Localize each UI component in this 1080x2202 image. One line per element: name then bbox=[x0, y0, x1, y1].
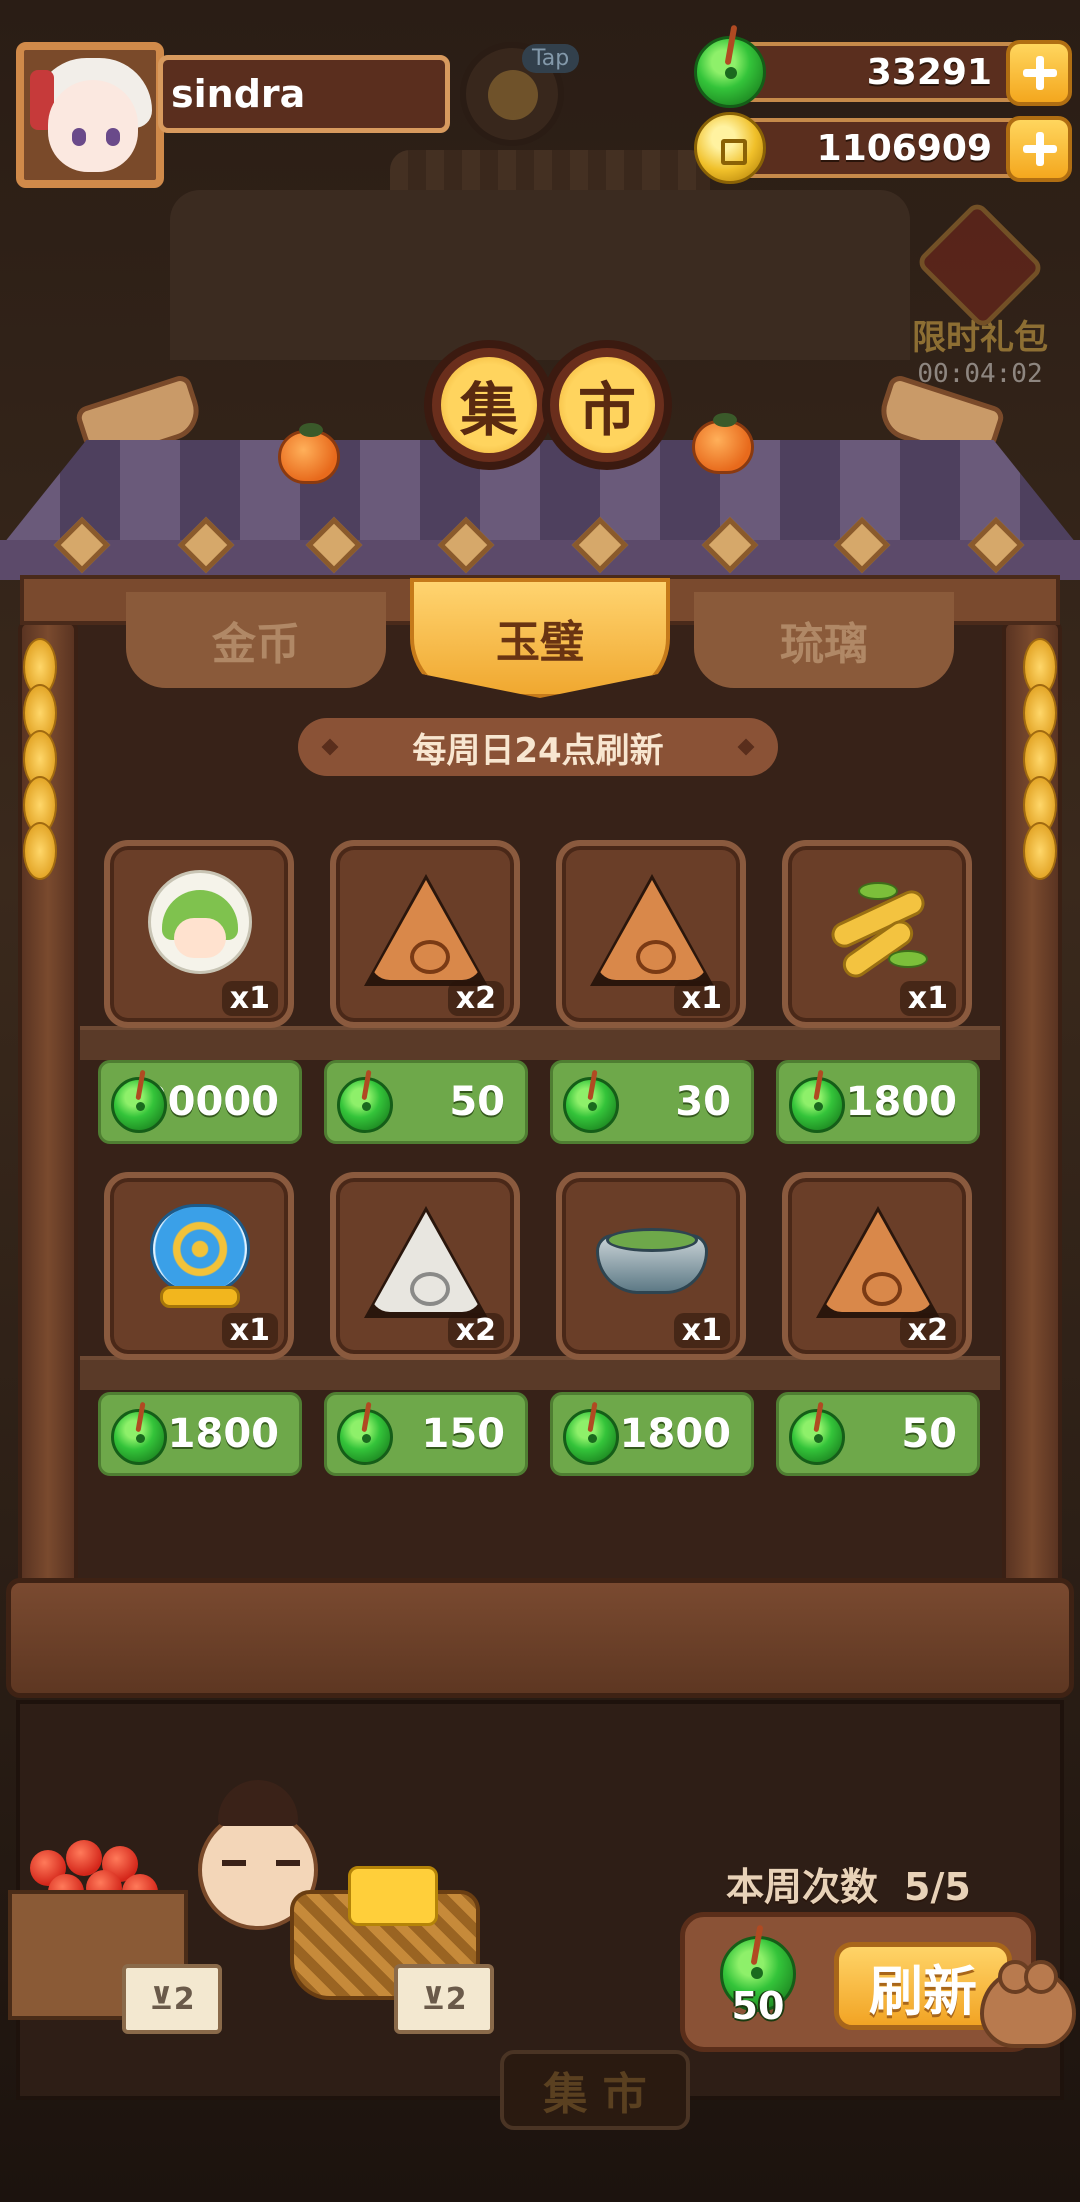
flower-token-icon bbox=[816, 1198, 940, 1318]
gold-currency-bar: 1106909 bbox=[694, 112, 1072, 184]
jade-coin-icon bbox=[337, 1409, 393, 1465]
jade-coin-icon bbox=[337, 1077, 393, 1133]
jade-coin-icon bbox=[789, 1409, 845, 1465]
price-button-5[interactable]: 1800 bbox=[98, 1392, 302, 1476]
jade-coin-icon bbox=[563, 1409, 619, 1465]
persimmon-icon bbox=[278, 423, 340, 484]
jade-coin-icon bbox=[111, 1077, 167, 1133]
price-button-8[interactable]: 50 bbox=[776, 1392, 980, 1476]
tab-gold[interactable]: 金币 bbox=[126, 592, 386, 688]
bamboo-icon bbox=[818, 866, 938, 986]
price-button-6[interactable]: 150 bbox=[324, 1392, 528, 1476]
snail-icon bbox=[140, 1198, 260, 1318]
tap-label: Tap bbox=[522, 44, 580, 73]
item-qty: x1 bbox=[221, 981, 278, 1016]
price-value: 1800 bbox=[619, 1411, 731, 1457]
limited-gift-button[interactable]: 限时礼包 00:04:02 bbox=[905, 199, 1055, 410]
item-qty: x1 bbox=[221, 1313, 278, 1348]
wave-token-icon bbox=[364, 1198, 488, 1318]
script-token-icon bbox=[590, 866, 714, 986]
item-qty: x1 bbox=[899, 981, 956, 1016]
bun-mascot-icon bbox=[980, 1960, 1076, 2048]
price-value: 1800 bbox=[845, 1079, 957, 1125]
market-title-badge-1: 集 bbox=[424, 340, 554, 470]
jade-coin-icon bbox=[694, 36, 766, 108]
jade-coin-icon bbox=[789, 1077, 845, 1133]
tofu-icon bbox=[348, 1866, 438, 1926]
shelf-plank bbox=[80, 1356, 1000, 1390]
market-title-badge-2: 市 bbox=[542, 340, 672, 470]
week-count-label: 本周次数 bbox=[726, 1865, 879, 1909]
add-jade-button[interactable] bbox=[1006, 40, 1072, 106]
price-button-7[interactable]: 1800 bbox=[550, 1392, 754, 1476]
item-slot-5[interactable]: x1 bbox=[104, 1172, 294, 1360]
jade-coin-icon bbox=[111, 1409, 167, 1465]
shop-counter bbox=[6, 1578, 1074, 1698]
gold-amount: 1106909 bbox=[816, 128, 992, 169]
bowl-icon bbox=[592, 1198, 712, 1318]
item-slot-6[interactable]: x2 bbox=[330, 1172, 520, 1360]
roof-edge bbox=[0, 540, 1080, 580]
price-value: 50 bbox=[449, 1079, 505, 1125]
week-count-value: 5/5 bbox=[904, 1865, 971, 1909]
chick-icon bbox=[488, 70, 538, 120]
price-button-1[interactable]: 30000 bbox=[98, 1060, 302, 1144]
refresh-cost-value: 50 bbox=[731, 1984, 785, 2028]
item-qty: x2 bbox=[447, 1313, 504, 1348]
price-value: 30 bbox=[675, 1079, 731, 1125]
doll-icon bbox=[140, 866, 260, 986]
item-qty: x1 bbox=[673, 1313, 730, 1348]
weekly-refresh-count: 本周次数 5/5 bbox=[726, 1856, 971, 1911]
item-slot-4[interactable]: x1 bbox=[782, 840, 972, 1028]
tap-helper-button[interactable]: Tap bbox=[460, 42, 580, 146]
price-button-2[interactable]: 50 bbox=[324, 1060, 528, 1144]
weekly-refresh-note: 每周日24点刷新 bbox=[298, 718, 778, 776]
price-value: 1800 bbox=[167, 1411, 279, 1457]
market-title-char-2: 市 bbox=[559, 357, 655, 453]
shelf-plank bbox=[80, 1026, 1000, 1060]
item-qty: x2 bbox=[899, 1313, 956, 1348]
item-slot-3[interactable]: x1 bbox=[556, 840, 746, 1028]
item-qty: x2 bbox=[447, 981, 504, 1016]
add-gold-button[interactable] bbox=[1006, 116, 1072, 182]
item-qty: x1 bbox=[673, 981, 730, 1016]
price-value: 50 bbox=[901, 1411, 957, 1457]
jade-currency-bar: 33291 bbox=[694, 36, 1072, 108]
gold-coin-icon bbox=[694, 112, 766, 184]
price-button-4[interactable]: 1800 bbox=[776, 1060, 980, 1144]
tab-glass[interactable]: 琉璃 bbox=[694, 592, 954, 688]
corn-right-icon bbox=[1000, 638, 1080, 880]
persimmon-icon bbox=[692, 413, 754, 474]
price-button-3[interactable]: 30 bbox=[550, 1060, 754, 1144]
refresh-cost: 50 bbox=[720, 1936, 796, 2028]
bottom-market-tab[interactable]: 集 市 bbox=[500, 2050, 690, 2130]
jade-coin-icon bbox=[563, 1077, 619, 1133]
player-name-plate: sindra bbox=[158, 55, 450, 133]
player-avatar[interactable] bbox=[16, 42, 164, 188]
item-slot-2[interactable]: x2 bbox=[330, 840, 520, 1028]
jade-amount: 33291 bbox=[866, 52, 992, 93]
player-name: sindra bbox=[171, 72, 306, 116]
price-value: 150 bbox=[421, 1411, 506, 1457]
item-slot-7[interactable]: x1 bbox=[556, 1172, 746, 1360]
market-title-char-1: 集 bbox=[441, 357, 537, 453]
corn-left-icon bbox=[0, 638, 80, 880]
item-slot-8[interactable]: x2 bbox=[782, 1172, 972, 1360]
stall-price-sign: ⊻2 bbox=[394, 1964, 494, 2034]
sun-token-icon bbox=[364, 866, 488, 986]
background-wall bbox=[170, 190, 910, 360]
item-slot-1[interactable]: x1 bbox=[104, 840, 294, 1028]
